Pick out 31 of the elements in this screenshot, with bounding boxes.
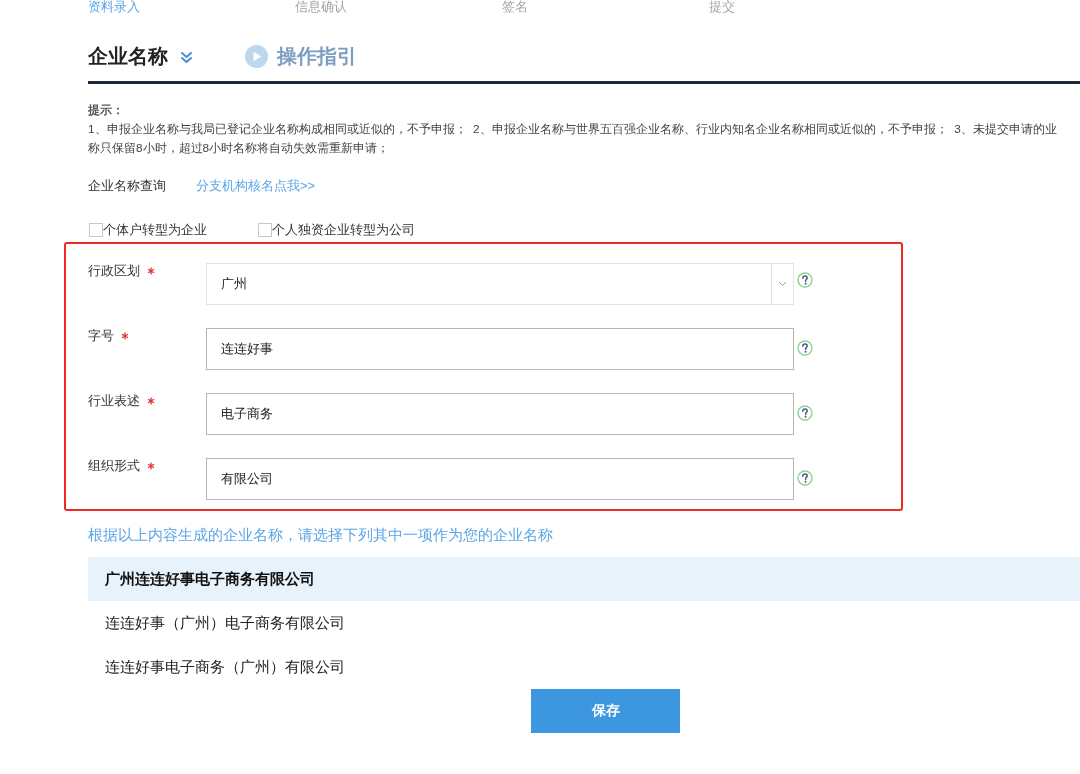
help-icon[interactable]: [797, 340, 813, 356]
help-icon[interactable]: [797, 470, 813, 486]
field-label: 行业表述: [88, 394, 140, 408]
name-option[interactable]: 连连好事（广州）电子商务有限公司: [88, 601, 1080, 645]
notice-text: 称只保留8小时，超过8小时名称将自动失效需重新申请；: [88, 140, 390, 157]
caret-down-icon[interactable]: [778, 281, 787, 287]
checkbox[interactable]: [89, 223, 103, 237]
section-title: 企业名称: [88, 43, 168, 69]
step-label: 资料录入: [88, 0, 140, 14]
step-label: 提交: [709, 0, 735, 14]
text-field[interactable]: 电子商务: [206, 393, 794, 435]
suggestion-prompt: 根据以上内容生成的企业名称，请选择下列其中一项作为您的企业名称: [88, 525, 553, 545]
text-field[interactable]: 连连好事: [206, 328, 794, 370]
name-option[interactable]: 连连好事电子商务（广州）有限公司: [88, 645, 1080, 689]
region-select[interactable]: 广州: [206, 263, 794, 305]
notice-text: 1、申报企业名称与我局已登记企业名称构成相同或近似的，不予申报； 2、申报企业名称与世界五百强企业名称、行业内知名企业名称相同或近似的，不予申报； 3、未提交申请的业: [88, 121, 1057, 138]
notice-title: 提示：: [88, 102, 124, 119]
help-icon[interactable]: [797, 405, 813, 421]
field-label: 组织形式: [88, 459, 140, 473]
field-label: 行政区划: [88, 264, 140, 278]
checkbox-label[interactable]: 个人独资企业转型为公司: [272, 221, 415, 239]
name-option[interactable]: 广州连连好事电子商务有限公司: [88, 557, 1080, 601]
double-chevron-down-icon[interactable]: [181, 52, 192, 63]
help-icon[interactable]: [797, 272, 813, 288]
text-field[interactable]: 有限公司: [206, 458, 794, 500]
checkbox-label[interactable]: 个体户转型为企业: [103, 221, 207, 239]
query-label: 企业名称查询: [88, 177, 166, 195]
checkbox[interactable]: [258, 223, 272, 237]
step-label: 信息确认: [295, 0, 347, 14]
field-label: 字号: [88, 329, 114, 343]
step-label: 签名: [502, 0, 528, 14]
